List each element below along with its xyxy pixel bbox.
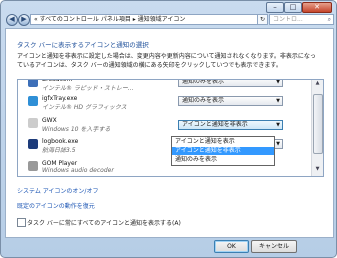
behavior-value: アイコンと通知を非表示 [182,121,248,128]
title-bar: – □ ✕ [1,1,337,13]
behavior-dropdown[interactable]: 通知のみを表示 ▼ [178,79,283,87]
system-icons-link[interactable]: システム アイコンのオン/オフ [17,186,98,195]
list-scrollbar[interactable]: ▲ ▼ [311,80,323,176]
scroll-up-icon[interactable]: ▲ [313,80,322,88]
graphics-icon [28,96,38,106]
behavior-value: 通知のみを表示 [182,79,225,85]
chevron-down-icon: ▼ [276,98,280,104]
behavior-dropdown-menu[interactable]: アイコンと通知を表示 アイコンと通知を非表示 通知のみを表示 [171,136,275,166]
refresh-button[interactable]: ↻ [257,14,268,25]
chevron-down-icon: ▼ [276,122,280,128]
dropdown-option[interactable]: アイコンと通知を表示 [172,138,274,146]
dropdown-option[interactable]: アイコンと通知を非表示 [172,147,274,155]
player-icon [28,161,38,171]
behavior-dropdown[interactable]: 通知のみを表示 ▼ [178,96,283,106]
logbook-icon [28,139,38,149]
minimize-button[interactable]: – [266,2,284,13]
list-item: GWX Windows 10 を入手する アイコンと通知を非表示 ▼ [18,115,298,133]
control-panel-window: – □ ✕ ◀ ▶ « すべてのコントロール パネル項目 ▸ 通知領域アイコン … [0,0,337,258]
ok-button[interactable]: OK [214,240,249,253]
app-description: 航海日誌3.5 [42,147,76,154]
show-all-icons-checkbox[interactable] [17,218,26,227]
search-placeholder: コントロ... [273,16,303,23]
behavior-dropdown[interactable]: アイコンと通知を非表示 ▼ [178,120,283,130]
app-name: GWX [42,117,57,124]
breadcrumb[interactable]: « すべてのコントロール パネル項目 ▸ 通知領域アイコン [30,14,258,25]
behavior-value: 通知のみを表示 [182,97,225,104]
chevron-down-icon: ▼ [276,141,280,147]
list-item: Broadcom インテル® ラピッド・ストレー... 通知のみを表示 ▼ [18,79,298,92]
address-bar: ◀ ▶ « すべてのコントロール パネル項目 ▸ 通知領域アイコン ↻ コントロ… [6,14,334,26]
windows-icon [28,118,38,128]
forward-button[interactable]: ▶ [18,14,30,26]
close-button[interactable]: ✕ [302,2,332,13]
back-button[interactable]: ◀ [6,14,18,26]
search-icon: ⌕ [327,16,331,23]
app-name: logbook.exe [42,138,79,145]
search-input[interactable]: コントロ... ⌕ [269,14,334,25]
show-all-icons-label: タスク バーに常にすべてのアイコンと通知を表示する(A) [27,220,181,227]
app-description: インテル® HD グラフィックス [42,104,127,111]
maximize-button[interactable]: □ [284,2,302,13]
scroll-down-icon[interactable]: ▼ [313,166,322,174]
app-name: igfxTray.exe [42,95,78,102]
page-description: アイコンと通知を非表示に設定した場合は、変更内容や更新内容について通知されなくな… [17,53,316,69]
app-description: Windows 10 を入手する [42,126,111,133]
list-item: igfxTray.exe インテル® HD グラフィックス 通知のみを表示 ▼ [18,93,298,111]
app-description: Windows audio decoder [42,167,114,174]
cancel-button[interactable]: キャンセル [251,240,297,253]
app-description: インテル® ラピッド・ストレー... [42,85,134,92]
main-panel: タスク バーに表示するアイコンと通知の選択 アイコンと通知を非表示に設定した場合… [5,28,334,238]
chevron-down-icon: ▼ [276,79,280,85]
dropdown-option[interactable]: 通知のみを表示 [172,156,274,164]
restore-defaults-link[interactable]: 既定のアイコンの動作を復元 [17,201,95,210]
app-name: GOM Player [42,160,78,167]
page-title: タスク バーに表示するアイコンと通知の選択 [17,41,149,49]
storage-icon [28,80,38,87]
scroll-thumb[interactable] [313,94,323,154]
